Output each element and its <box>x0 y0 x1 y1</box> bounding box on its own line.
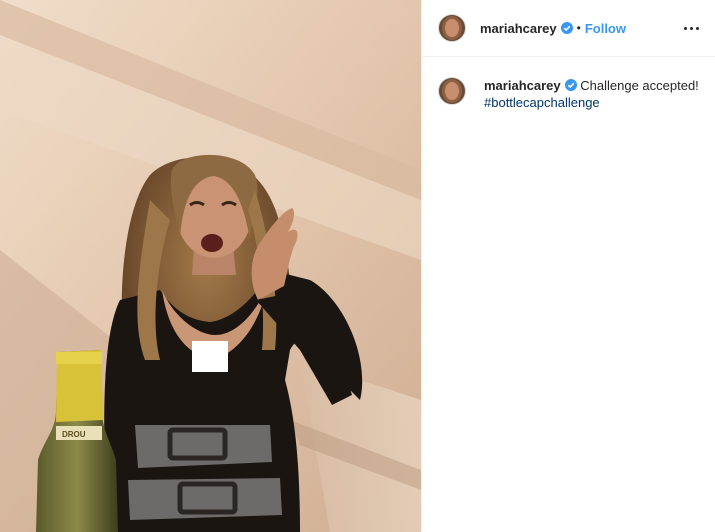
follow-button[interactable]: Follow <box>585 21 626 36</box>
caption-text: Challenge accepted! <box>580 78 699 93</box>
author-avatar[interactable] <box>438 14 466 42</box>
caption-author-avatar[interactable] <box>438 77 466 105</box>
caption-verified-badge-icon <box>564 79 577 91</box>
censor-box <box>192 341 228 372</box>
author-username[interactable]: mariahcarey <box>480 21 557 36</box>
verified-badge-icon <box>560 22 573 34</box>
instagram-post: DROU mariahcarey • Follow mariahcarey Ch… <box>0 0 715 532</box>
caption-comment: mariahcarey Challenge accepted! #bottlec… <box>438 77 701 111</box>
caption-author-username[interactable]: mariahcarey <box>484 78 561 93</box>
post-header: mariahcarey • Follow <box>422 0 715 57</box>
post-sidebar: mariahcarey • Follow mariahcarey Challen… <box>421 0 715 532</box>
caption-body: mariahcarey Challenge accepted! #bottlec… <box>484 77 699 111</box>
video-frame: DROU <box>0 0 421 532</box>
separator-dot: • <box>576 21 581 35</box>
comments-section: mariahcarey Challenge accepted! #bottlec… <box>422 57 715 111</box>
svg-text:DROU: DROU <box>62 430 86 439</box>
hashtag-link[interactable]: #bottlecapchallenge <box>484 94 600 111</box>
more-options-icon[interactable] <box>681 18 701 38</box>
post-video[interactable]: DROU <box>0 0 421 532</box>
